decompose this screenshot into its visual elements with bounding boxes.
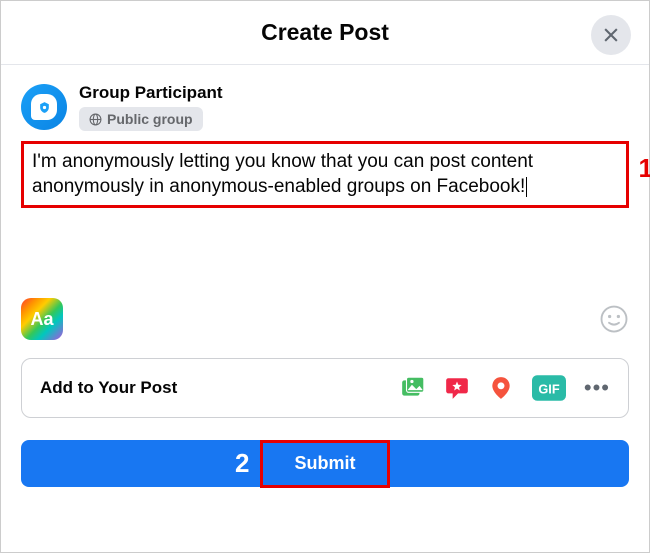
dialog-header: Create Post	[1, 1, 649, 65]
close-icon	[601, 25, 621, 45]
location-pin-icon[interactable]	[488, 375, 514, 401]
privacy-label: Public group	[107, 111, 193, 127]
shield-icon	[38, 100, 51, 115]
submit-button[interactable]: Submit	[21, 440, 629, 487]
privacy-selector[interactable]: Public group	[79, 107, 203, 131]
compose-area: I'm anonymously letting you know that yo…	[1, 141, 649, 208]
compose-toolbar: Aa	[1, 298, 649, 340]
svg-text:GIF: GIF	[538, 382, 559, 397]
author-meta: Group Participant Public group	[79, 83, 223, 131]
emoji-button[interactable]	[599, 304, 629, 334]
close-button[interactable]	[591, 15, 631, 55]
globe-icon	[89, 113, 102, 126]
add-to-post-bar: Add to Your Post GIF •••	[21, 358, 629, 418]
smile-icon	[599, 304, 629, 334]
add-to-post-label: Add to Your Post	[40, 378, 177, 398]
post-text-input[interactable]: I'm anonymously letting you know that yo…	[21, 141, 629, 208]
anonymous-avatar-icon	[31, 94, 57, 120]
add-icons-group: GIF •••	[400, 375, 610, 401]
avatar	[21, 84, 67, 130]
post-text-line: I'm anonymously letting you know that yo…	[32, 150, 618, 175]
background-color-button[interactable]: Aa	[21, 298, 63, 340]
aa-icon: Aa	[30, 309, 53, 330]
submit-row: Submit 2	[21, 440, 629, 487]
photo-video-icon[interactable]	[400, 375, 426, 401]
author-row: Group Participant Public group	[1, 65, 649, 141]
gif-icon[interactable]: GIF	[532, 375, 566, 401]
more-options-button[interactable]: •••	[584, 377, 610, 399]
author-name: Group Participant	[79, 83, 223, 103]
submit-label: Submit	[295, 453, 356, 474]
annotation-marker: 2	[235, 448, 249, 479]
message-star-icon[interactable]	[444, 375, 470, 401]
annotation-marker: 1	[639, 153, 650, 184]
post-text-line: anonymously in anonymous-enabled groups …	[32, 175, 618, 200]
dialog-title: Create Post	[261, 19, 389, 46]
